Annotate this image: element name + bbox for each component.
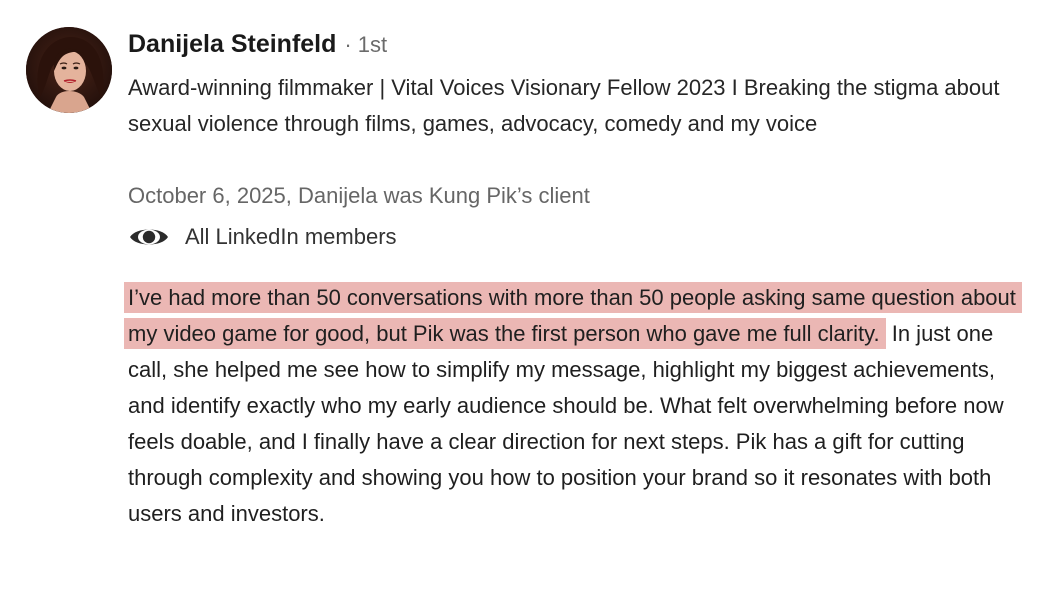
recommendation-meta: October 6, 2025, Danijela was Kung Pik’s… xyxy=(128,183,590,208)
recommendation-text: I’ve had more than 50 conversations with… xyxy=(124,280,1022,532)
visibility-label: All LinkedIn members xyxy=(185,224,397,249)
name-separator: · xyxy=(344,32,352,57)
author-row: Danijela Steinfeld · 1st xyxy=(128,30,387,66)
author-name[interactable]: Danijela Steinfeld xyxy=(128,30,336,59)
recommendation-card: Danijela Steinfeld · 1st Award-winning f… xyxy=(0,0,1050,599)
recommendation-text-rest: In just one call, she helped me see how … xyxy=(128,321,1004,526)
connection-degree-badge: 1st xyxy=(357,32,388,57)
visibility-row: All LinkedIn members xyxy=(128,220,397,254)
avatar[interactable] xyxy=(26,27,112,113)
eye-icon xyxy=(128,224,170,250)
profile-photo xyxy=(26,27,112,113)
author-headline: Award-winning filmmaker | Vital Voices V… xyxy=(128,75,1000,136)
